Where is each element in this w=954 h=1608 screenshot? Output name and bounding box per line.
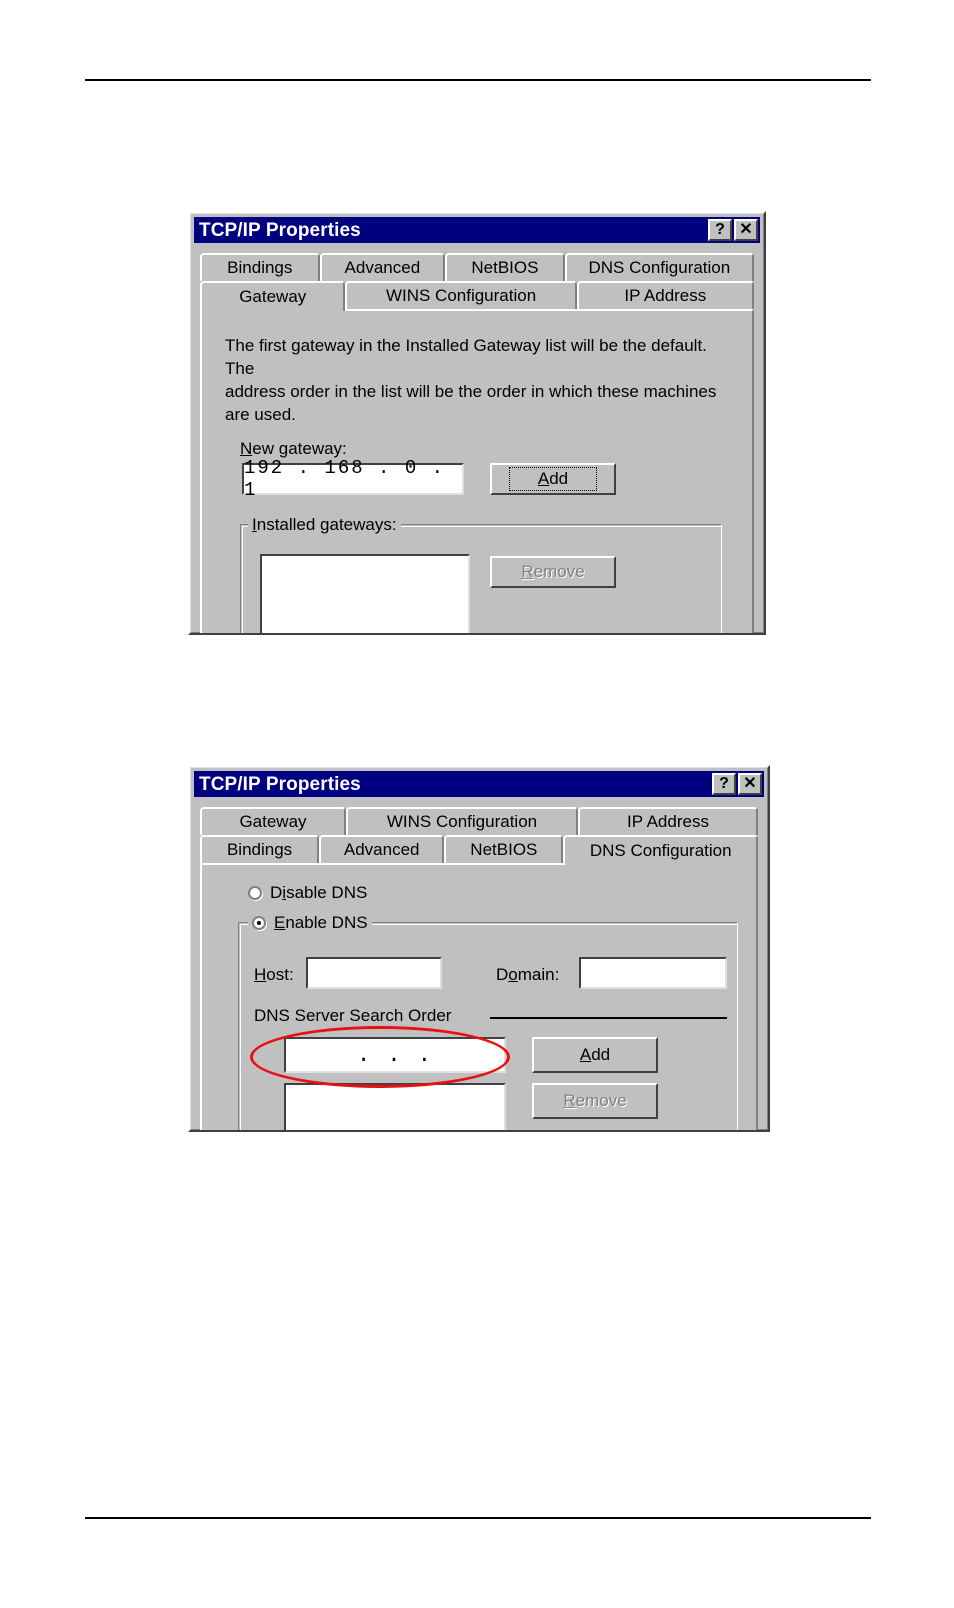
domain-input[interactable]	[579, 957, 727, 989]
radio-disable-dns[interactable]: Disable DNS	[248, 883, 367, 903]
tab-label: NetBIOS	[470, 840, 538, 859]
titlebar[interactable]: TCP/IP Properties ? ✕	[194, 771, 764, 797]
close-icon[interactable]: ✕	[738, 773, 762, 795]
remove-gateway-label: Remove	[521, 562, 585, 581]
radio-enable-dns[interactable]: Enable DNS	[248, 913, 372, 933]
tab-label: DNS Configuration	[588, 258, 731, 277]
tab-advanced[interactable]: Advanced	[319, 835, 445, 863]
tabstrip-row1: Gateway WINS Configuration IP Address	[200, 807, 758, 835]
tab-label: Bindings	[227, 258, 293, 277]
dialog-title: TCP/IP Properties	[199, 219, 361, 241]
add-gateway-label: Add	[508, 467, 598, 491]
tabstrip-row2: Bindings Advanced NetBIOS DNS Configurat…	[200, 835, 759, 865]
tab-dns-configuration[interactable]: DNS Configuration	[564, 253, 755, 281]
tab-netbios[interactable]: NetBIOS	[445, 253, 565, 281]
tab-label: NetBIOS	[471, 258, 539, 277]
dns-search-order-list[interactable]	[284, 1083, 506, 1130]
tab-label: DNS Configuration	[589, 841, 732, 860]
radio-dot-icon	[252, 916, 266, 930]
host-label: Host:	[254, 965, 294, 984]
radio-dot-icon	[248, 886, 262, 900]
add-gateway-button[interactable]: Add	[490, 463, 616, 495]
tab-netbios[interactable]: NetBIOS	[444, 835, 564, 863]
tab-panel-gateway: The first gateway in the Installed Gatew…	[200, 309, 754, 633]
tab-wins-configuration[interactable]: WINS Configuration	[345, 281, 577, 309]
tcpip-properties-dialog-gateway: TCP/IP Properties ? ✕ Bindings Advanced …	[188, 211, 766, 635]
tab-label: Bindings	[226, 840, 293, 859]
tab-label: WINS Configuration	[386, 812, 538, 831]
tab-label: Advanced	[343, 840, 420, 859]
tab-panel-dns: Disable DNS Enable DNS Host: Domain: DNS…	[200, 863, 758, 1130]
help-button[interactable]: ?	[712, 773, 736, 795]
installed-gateways-label: Installed gateways:	[248, 515, 401, 535]
radio-enable-dns-label: Enable DNS	[274, 913, 368, 932]
tab-ip-address[interactable]: IP Address	[576, 281, 754, 309]
tab-label: WINS Configuration	[385, 286, 537, 305]
dns-search-order-label: DNS Server Search Order	[254, 1006, 452, 1025]
dns-search-order-separator	[490, 1017, 727, 1019]
new-gateway-value: 192 . 168 . 0 . 1	[244, 457, 446, 501]
tab-dns-configuration[interactable]: DNS Configuration	[563, 835, 759, 865]
tabstrip-row1: Bindings Advanced NetBIOS DNS Configurat…	[200, 253, 755, 281]
page-footer-rule	[85, 1517, 871, 1519]
tab-label: IP Address	[627, 812, 709, 831]
dns-search-order-input[interactable]: . . .	[284, 1037, 506, 1073]
titlebar[interactable]: TCP/IP Properties ? ✕	[194, 217, 760, 243]
new-gateway-label: New gateway:	[240, 439, 347, 458]
remove-dns-label: Remove	[563, 1091, 627, 1110]
tab-wins-configuration[interactable]: WINS Configuration	[346, 807, 578, 835]
dns-search-order-value: . . .	[356, 1042, 433, 1068]
gateway-description: The first gateway in the Installed Gatew…	[225, 336, 717, 424]
close-icon[interactable]: ✕	[734, 219, 758, 241]
tab-label: Gateway	[239, 812, 307, 831]
tab-gateway[interactable]: Gateway	[200, 281, 346, 311]
page-header-rule	[85, 79, 871, 81]
remove-gateway-button[interactable]: Remove	[490, 556, 616, 588]
tab-gateway[interactable]: Gateway	[200, 807, 346, 835]
add-dns-button[interactable]: Add	[532, 1037, 658, 1073]
tab-advanced[interactable]: Advanced	[319, 253, 446, 281]
domain-label: Domain:	[496, 965, 560, 984]
new-gateway-input[interactable]: 192 . 168 . 0 . 1	[242, 457, 464, 501]
host-input[interactable]	[306, 957, 442, 989]
tcpip-properties-dialog-dns: TCP/IP Properties ? ✕ Gateway WINS Confi…	[188, 765, 770, 1132]
tab-bindings[interactable]: Bindings	[200, 835, 320, 863]
add-dns-label: Add	[579, 1045, 611, 1064]
remove-dns-button[interactable]: Remove	[532, 1083, 658, 1119]
help-button[interactable]: ?	[708, 219, 732, 241]
tab-bindings[interactable]: Bindings	[200, 253, 320, 281]
tab-label: Advanced	[344, 258, 421, 277]
radio-disable-dns-label: Disable DNS	[270, 883, 368, 902]
installed-gateways-list[interactable]	[260, 554, 470, 633]
tab-label: IP Address	[624, 286, 707, 305]
tab-ip-address[interactable]: IP Address	[578, 807, 758, 835]
dialog-title: TCP/IP Properties	[199, 773, 361, 795]
tab-label: Gateway	[239, 287, 307, 306]
tabstrip-row2: Gateway WINS Configuration IP Address	[200, 281, 754, 311]
